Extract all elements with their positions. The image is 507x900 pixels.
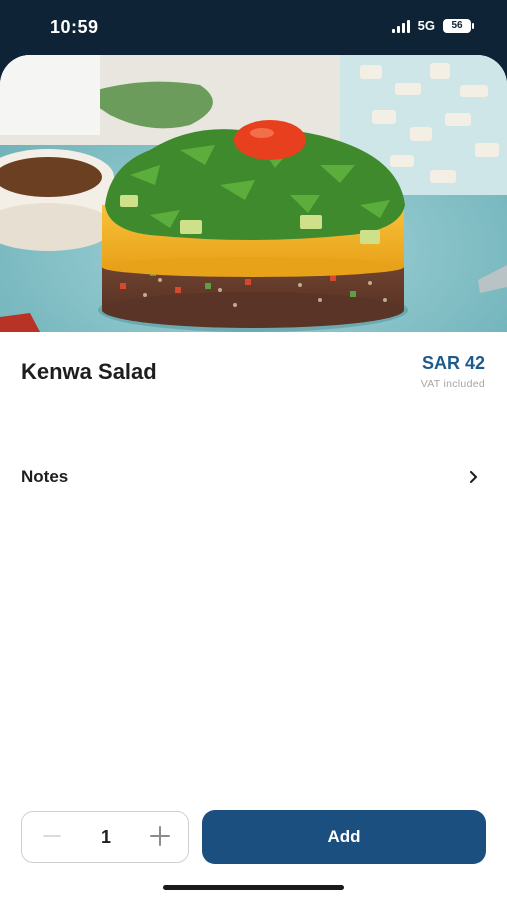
battery-level: 56 bbox=[451, 20, 463, 31]
vat-note: VAT included bbox=[420, 378, 485, 390]
status-bar: 10:59 5G 56 bbox=[0, 0, 507, 58]
add-to-cart-button[interactable]: Add bbox=[202, 810, 486, 864]
decrease-quantity-button[interactable] bbox=[30, 818, 74, 858]
battery-icon: 56 bbox=[443, 18, 474, 33]
minus-icon bbox=[42, 826, 62, 851]
item-header: Kenwa Salad SAR 42 VAT included bbox=[21, 353, 485, 403]
status-time: 10:59 bbox=[50, 17, 99, 37]
home-indicator bbox=[163, 885, 344, 890]
signal-icon bbox=[391, 19, 410, 33]
notes-row[interactable]: Notes bbox=[21, 460, 479, 494]
item-price: SAR 42 bbox=[421, 353, 485, 373]
status-indicators: 5G 56 bbox=[391, 18, 474, 33]
plus-icon bbox=[149, 825, 171, 852]
increase-quantity-button[interactable] bbox=[140, 818, 180, 858]
item-detail-sheet: Kenwa Salad SAR 42 VAT included Notes 1 … bbox=[0, 55, 507, 900]
network-label: 5G bbox=[417, 18, 435, 33]
chevron-right-icon bbox=[467, 471, 479, 483]
item-name: Kenwa Salad bbox=[21, 359, 157, 384]
notes-label: Notes bbox=[21, 467, 69, 486]
quantity-stepper: 1 bbox=[21, 811, 189, 863]
item-photo bbox=[0, 55, 507, 332]
quantity-value: 1 bbox=[100, 827, 111, 847]
